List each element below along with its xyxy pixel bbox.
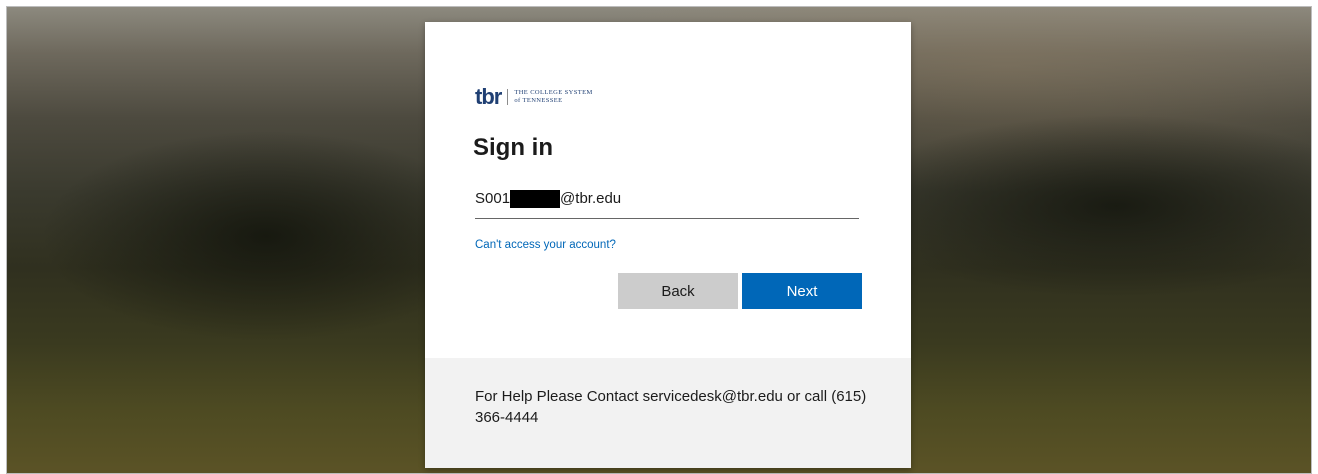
help-footer: For Help Please Contact servicedesk@tbr.… bbox=[425, 358, 911, 468]
email-field[interactable]: S001 @tbr.edu bbox=[475, 190, 859, 219]
logo-mark: tbr bbox=[475, 84, 502, 109]
logo-divider bbox=[507, 89, 509, 105]
back-button[interactable]: Back bbox=[618, 273, 738, 309]
signin-card-main: tbr THE COLLEGE SYSTEM of TENNESSEE Sign… bbox=[425, 22, 911, 358]
email-value: S001 @tbr.edu bbox=[475, 190, 621, 208]
help-text: For Help Please Contact servicedesk@tbr.… bbox=[475, 388, 867, 426]
email-prefix: S001 bbox=[475, 190, 511, 207]
redaction-box bbox=[510, 190, 561, 208]
next-button[interactable]: Next bbox=[742, 273, 862, 309]
cant-access-account-link[interactable]: Can't access your account? bbox=[475, 239, 616, 251]
signin-card: tbr THE COLLEGE SYSTEM of TENNESSEE Sign… bbox=[425, 22, 911, 468]
page-title: Sign in bbox=[473, 134, 553, 161]
tbr-logo: tbr THE COLLEGE SYSTEM of TENNESSEE bbox=[475, 85, 593, 109]
background-scene: tbr THE COLLEGE SYSTEM of TENNESSEE Sign… bbox=[6, 6, 1312, 474]
logo-tagline: THE COLLEGE SYSTEM of TENNESSEE bbox=[514, 89, 592, 105]
logo-tagline-line1: THE COLLEGE SYSTEM bbox=[514, 89, 593, 96]
logo-tagline-line2: of TENNESSEE bbox=[514, 97, 563, 104]
email-suffix: @tbr.edu bbox=[560, 190, 622, 207]
